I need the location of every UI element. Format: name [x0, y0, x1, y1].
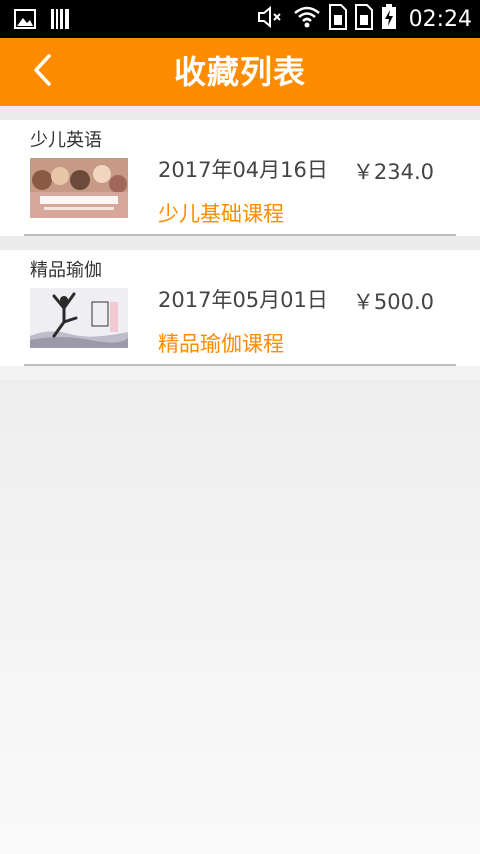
favorite-date: 2017年05月01日 [158, 288, 328, 312]
back-button[interactable] [20, 50, 64, 94]
app-bar: 收藏列表 [0, 38, 480, 106]
favorites-list: 少儿英语 2017年04月16日 ￥234.0 少儿基础课程 精品瑜伽 2017… [0, 106, 480, 366]
favorite-price: ￥234.0 [352, 160, 434, 184]
empty-background [0, 380, 480, 854]
divider [24, 364, 456, 366]
course-thumbnail [30, 288, 128, 348]
course-name: 少儿基础课程 [158, 202, 284, 226]
battery-charging-icon [381, 4, 397, 34]
favorite-item[interactable]: 少儿英语 2017年04月16日 ￥234.0 少儿基础课程 [0, 120, 480, 236]
image-icon [14, 9, 36, 33]
favorite-item-name: 少儿英语 [30, 130, 102, 151]
status-time: 02:24 [408, 6, 472, 32]
divider [24, 234, 456, 236]
favorite-price: ￥500.0 [352, 290, 434, 314]
page-title: 收藏列表 [173, 53, 306, 91]
course-thumbnail [30, 158, 128, 218]
course-name: 精品瑜伽课程 [158, 332, 284, 356]
list-spacer [0, 106, 480, 120]
sim2-icon [354, 4, 373, 34]
favorite-item[interactable]: 精品瑜伽 2017年05月01日 ￥500.0 精品瑜伽课程 [0, 250, 480, 366]
status-bar: 02:24 [0, 0, 480, 38]
favorite-date: 2017年04月16日 [158, 158, 328, 182]
mute-icon [257, 5, 285, 33]
list-spacer [0, 236, 480, 250]
wifi-icon [293, 5, 321, 33]
chevron-left-icon [32, 53, 52, 91]
favorite-item-name: 精品瑜伽 [30, 260, 102, 281]
sim1-icon [328, 4, 347, 34]
barcode-icon [50, 8, 70, 34]
